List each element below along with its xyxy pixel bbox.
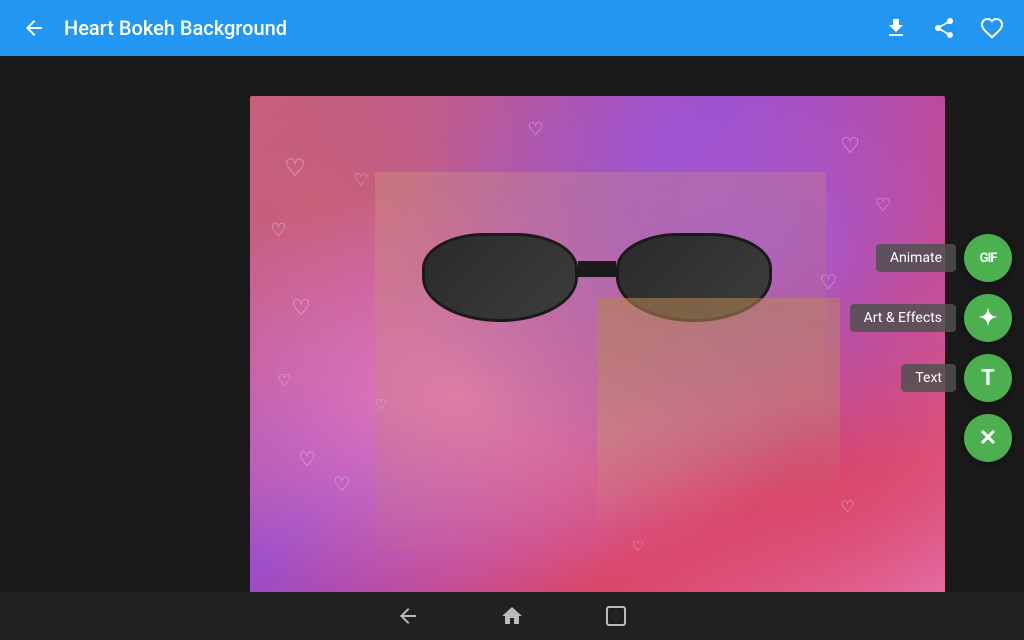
text-icon: T xyxy=(981,366,995,391)
nav-home-button[interactable] xyxy=(500,604,524,628)
animate-row: Animate GIF xyxy=(876,234,1012,282)
topbar: Heart Bokeh Background xyxy=(0,0,1024,56)
art-effects-button[interactable]: ✦ xyxy=(964,294,1012,342)
nav-back-button[interactable] xyxy=(396,604,420,628)
bottom-nav xyxy=(0,592,1024,640)
canvas-container[interactable]: ♡ ♡ ♡ ♡ ♡ ♡ ♡ ♡ ♡ ♡ ♡ ♡ ♡ ♡ xyxy=(250,96,945,600)
fab-container: Animate GIF Art & Effects ✦ Text T ✕ xyxy=(850,234,1012,462)
sunglasses xyxy=(402,222,791,333)
sunglass-right xyxy=(616,233,772,322)
download-button[interactable] xyxy=(880,12,912,44)
main-area: ♡ ♡ ♡ ♡ ♡ ♡ ♡ ♡ ♡ ♡ ♡ ♡ ♡ ♡ Animate GIF … xyxy=(0,56,1024,640)
close-icon: ✕ xyxy=(979,426,997,451)
share-button[interactable] xyxy=(928,12,960,44)
favorite-button[interactable] xyxy=(976,12,1008,44)
text-button[interactable]: T xyxy=(964,354,1012,402)
art-effects-label[interactable]: Art & Effects xyxy=(850,304,956,332)
back-button[interactable] xyxy=(16,10,52,46)
animate-icon: GIF xyxy=(980,251,997,266)
close-row: ✕ xyxy=(964,414,1012,462)
sunglass-bridge xyxy=(578,261,617,278)
text-row: Text T xyxy=(901,354,1012,402)
sunglass-left xyxy=(422,233,578,322)
nav-recents-button[interactable] xyxy=(604,604,628,628)
art-effects-icon: ✦ xyxy=(979,306,997,331)
topbar-actions xyxy=(880,12,1008,44)
text-label[interactable]: Text xyxy=(901,364,956,392)
animate-label[interactable]: Animate xyxy=(876,244,956,272)
close-button[interactable]: ✕ xyxy=(964,414,1012,462)
bokeh-background xyxy=(250,96,945,600)
art-effects-row: Art & Effects ✦ xyxy=(850,294,1012,342)
app-title: Heart Bokeh Background xyxy=(64,16,880,40)
animate-button[interactable]: GIF xyxy=(964,234,1012,282)
